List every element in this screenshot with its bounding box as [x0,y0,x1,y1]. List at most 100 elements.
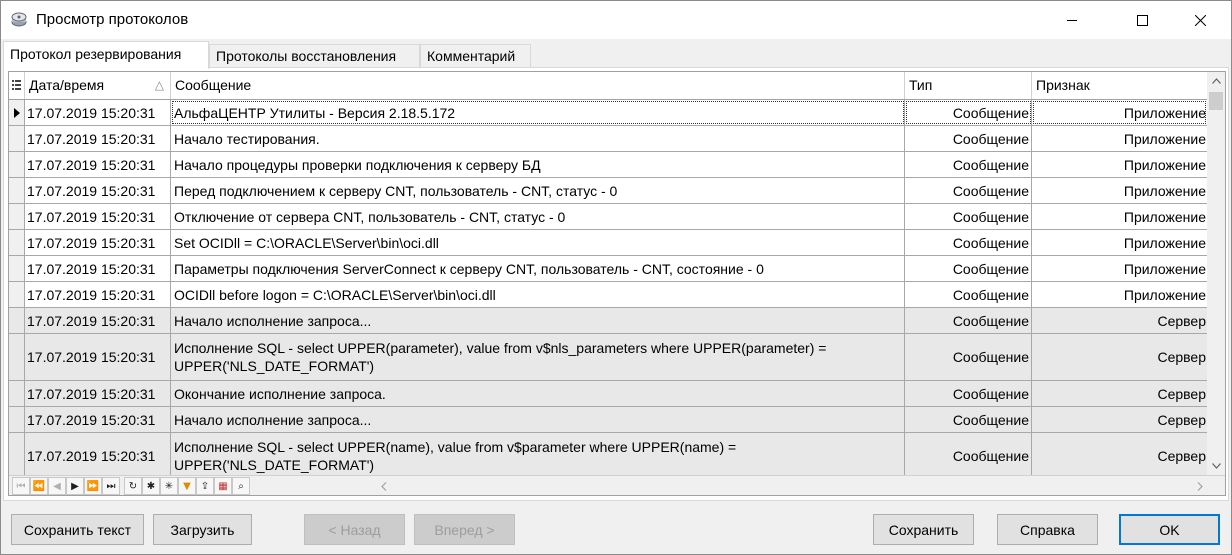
table-row[interactable]: 17.07.2019 15:20:31 АльфаЦЕНТР Утилиты - … [9,100,1207,126]
row-indicator[interactable] [9,100,25,125]
cell-message[interactable]: Окончание исполнение запроса. [171,381,905,406]
scroll-left-icon[interactable] [377,478,391,494]
cell-datetime[interactable]: 17.07.2019 15:20:31 [25,256,171,281]
first-page-button[interactable]: ⏮ [12,477,30,495]
cell-type[interactable]: Сообщение [905,381,1032,406]
row-indicator[interactable] [9,230,25,255]
cell-message[interactable]: OCIDll before logon = C:\ORACLE\Server\b… [171,282,905,307]
cell-message[interactable]: Исполнение SQL - select UPPER(parameter)… [171,334,905,380]
grid-settings-button[interactable]: ▦ [214,477,232,495]
cell-sign[interactable]: Приложение [1032,126,1207,151]
row-indicator[interactable] [9,381,25,406]
load-button[interactable]: Загрузить [153,514,252,545]
tab-backup-log[interactable]: Протокол резервирования [3,41,209,69]
cell-message[interactable]: Начало тестирования. [171,126,905,151]
cell-sign[interactable]: Приложение [1032,178,1207,203]
table-row[interactable]: 17.07.2019 15:20:31 Начало тестирования. С… [9,126,1207,152]
cell-type[interactable]: Сообщение [905,308,1032,333]
cell-type[interactable]: Сообщение [905,178,1032,203]
next-record-button[interactable]: ▶ [66,477,84,495]
scroll-thumb[interactable] [1209,92,1223,110]
row-indicator[interactable] [9,407,25,432]
tab-comment[interactable]: Комментарий [420,44,531,67]
cell-message[interactable]: Начало исполнение запроса... [171,308,905,333]
table-row[interactable]: 17.07.2019 15:20:31 Исполнение SQL - sele… [9,334,1207,381]
cell-datetime[interactable]: 17.07.2019 15:20:31 [25,126,171,151]
scroll-right-icon[interactable] [1193,478,1207,494]
column-header-datetime[interactable]: Дата/время △ [25,72,171,99]
table-row[interactable]: 17.07.2019 15:20:31 Окончание исполнение … [9,381,1207,407]
cell-sign[interactable]: Приложение [1032,152,1207,177]
cell-message[interactable]: Set OCIDll = C:\ORACLE\Server\bin\oci.dl… [171,230,905,255]
row-indicator[interactable] [9,152,25,177]
cell-datetime[interactable]: 17.07.2019 15:20:31 [25,230,171,255]
cell-sign[interactable]: Приложение [1032,204,1207,229]
cell-sign[interactable]: Сервер [1032,407,1207,432]
cell-sign[interactable]: Приложение [1032,282,1207,307]
column-header-message[interactable]: Сообщение [171,72,905,99]
cell-message[interactable]: Начало процедуры проверки подключения к … [171,152,905,177]
cell-message[interactable]: Начало исполнение запроса... [171,407,905,432]
row-indicator[interactable] [9,126,25,151]
cell-type[interactable]: Сообщение [905,334,1032,380]
cell-message[interactable]: Исполнение SQL - select UPPER(name), val… [171,433,905,479]
table-row[interactable]: 17.07.2019 15:20:31 Исполнение SQL - sele… [9,433,1207,480]
cell-message[interactable]: Отключение от сервера CNT, пользователь … [171,204,905,229]
cell-type[interactable]: Сообщение [905,282,1032,307]
cell-datetime[interactable]: 17.07.2019 15:20:31 [25,308,171,333]
refresh-button[interactable]: ↻ [124,477,142,495]
forward-button[interactable]: Вперед > [414,514,515,545]
cell-datetime[interactable]: 17.07.2019 15:20:31 [25,204,171,229]
cell-sign[interactable]: Сервер [1032,381,1207,406]
maximize-button[interactable] [1119,1,1165,39]
prior-page-button[interactable]: ⏪ [30,477,48,495]
cell-message[interactable]: Перед подключением к серверу CNT, пользо… [171,178,905,203]
table-row[interactable]: 17.07.2019 15:20:31 Перед подключением к … [9,178,1207,204]
cell-message[interactable]: АльфаЦЕНТР Утилиты - Версия 2.18.5.172 [171,100,905,125]
table-row[interactable]: 17.07.2019 15:20:31 Начало исполнение зап… [9,308,1207,334]
cell-datetime[interactable]: 17.07.2019 15:20:31 [25,100,171,125]
cell-sign[interactable]: Сервер [1032,433,1207,479]
row-indicator[interactable] [9,282,25,307]
tab-restore-logs[interactable]: Протоколы восстановления [209,44,420,67]
cell-datetime[interactable]: 17.07.2019 15:20:31 [25,152,171,177]
cell-type[interactable]: Сообщение [905,100,1032,125]
table-row[interactable]: 17.07.2019 15:20:31 Set OCIDll = C:\ORACL… [9,230,1207,256]
find-button[interactable]: ⌕ [232,477,250,495]
cell-type[interactable]: Сообщение [905,152,1032,177]
table-row[interactable]: 17.07.2019 15:20:31 OCIDll before logon =… [9,282,1207,308]
table-row[interactable]: 17.07.2019 15:20:31 Начало исполнение зап… [9,407,1207,433]
cell-sign[interactable]: Сервер [1032,308,1207,333]
last-page-button[interactable]: ⏭ [102,477,120,495]
prior-record-button[interactable]: ◀ [48,477,66,495]
column-header-sign[interactable]: Признак [1032,72,1207,99]
help-button[interactable]: Справка [997,514,1098,545]
row-indicator[interactable] [9,256,25,281]
table-row[interactable]: 17.07.2019 15:20:31 Отключение от сервера… [9,204,1207,230]
cell-type[interactable]: Сообщение [905,126,1032,151]
ok-button[interactable]: OK [1119,514,1220,545]
column-chooser-icon[interactable] [9,72,25,99]
cell-type[interactable]: Сообщение [905,407,1032,432]
delete-button[interactable]: ✳ [160,477,178,495]
column-header-type[interactable]: Тип [905,72,1032,99]
scroll-down-icon[interactable] [1207,457,1225,475]
cell-sign[interactable]: Приложение [1032,100,1207,125]
insert-button[interactable]: ✱ [142,477,160,495]
cell-datetime[interactable]: 17.07.2019 15:20:31 [25,282,171,307]
scroll-up-icon[interactable] [1207,72,1225,90]
save-text-button[interactable]: Сохранить текст [11,514,144,545]
row-indicator[interactable] [9,334,25,380]
cell-type[interactable]: Сообщение [905,230,1032,255]
cell-sign[interactable]: Приложение [1032,256,1207,281]
cell-sign[interactable]: Приложение [1032,230,1207,255]
row-indicator[interactable] [9,204,25,229]
cell-datetime[interactable]: 17.07.2019 15:20:31 [25,178,171,203]
cell-datetime[interactable]: 17.07.2019 15:20:31 [25,381,171,406]
vertical-scrollbar[interactable] [1207,72,1225,475]
minimize-button[interactable] [1049,1,1095,39]
cell-datetime[interactable]: 17.07.2019 15:20:31 [25,334,171,380]
filter-button[interactable]: ▼ [178,477,196,495]
row-indicator[interactable] [9,433,25,479]
table-row[interactable]: 17.07.2019 15:20:31 Параметры подключения… [9,256,1207,282]
